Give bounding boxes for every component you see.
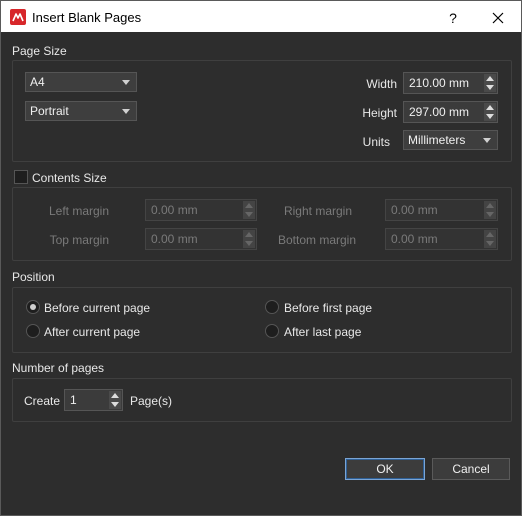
height-spinbox[interactable]: 297.00 mm — [403, 101, 498, 123]
window-title: Insert Blank Pages — [32, 10, 142, 25]
dialog-body: Page Size A4 Portrait Width 210.00 mm He… — [0, 32, 522, 516]
cancel-button[interactable]: Cancel — [432, 458, 510, 480]
width-value: 210.00 mm — [409, 76, 470, 90]
right-margin-stepper — [484, 201, 496, 219]
page-count-stepper[interactable] — [109, 391, 121, 409]
bottom-margin-label: Bottom margin — [277, 233, 356, 247]
top-margin-spinbox: 0.00 mm — [145, 228, 257, 250]
orientation-value: Portrait — [30, 104, 69, 118]
position-section-label: Position — [12, 270, 55, 284]
chevron-down-icon — [483, 138, 491, 143]
contents-size-checkbox[interactable] — [14, 170, 28, 184]
position-panel — [12, 287, 512, 353]
help-button[interactable]: ? — [441, 8, 465, 28]
arrow-down-icon — [486, 241, 494, 246]
page-count-value: 1 — [70, 393, 77, 407]
left-margin-stepper — [243, 201, 255, 219]
number-of-pages-section-label: Number of pages — [12, 361, 105, 375]
close-icon — [492, 12, 504, 24]
width-label: Width — [366, 77, 397, 91]
left-margin-spinbox: 0.00 mm — [145, 199, 257, 221]
arrow-down-icon — [486, 114, 494, 119]
after-current-radio[interactable] — [26, 324, 40, 338]
height-value: 297.00 mm — [409, 105, 470, 119]
arrow-down-icon — [486, 212, 494, 217]
arrow-down-icon — [245, 212, 253, 217]
arrow-down-icon — [111, 402, 119, 407]
units-select[interactable]: Millimeters — [403, 130, 498, 150]
ok-button[interactable]: OK — [345, 458, 425, 480]
contents-size-label: Contents Size — [32, 171, 107, 185]
app-logo-icon — [10, 9, 26, 25]
arrow-up-icon — [111, 393, 119, 398]
orientation-select[interactable]: Portrait — [25, 101, 137, 121]
right-margin-spinbox: 0.00 mm — [385, 199, 498, 221]
page-count-spinbox[interactable]: 1 — [64, 389, 123, 411]
arrow-down-icon — [245, 241, 253, 246]
after-last-radio[interactable] — [265, 324, 279, 338]
before-current-label[interactable]: Before current page — [44, 301, 150, 315]
width-stepper[interactable] — [484, 74, 496, 92]
arrow-down-icon — [486, 85, 494, 90]
arrow-up-icon — [245, 203, 253, 208]
create-label: Create — [24, 394, 61, 408]
after-last-label[interactable]: After last page — [284, 325, 361, 339]
right-margin-value: 0.00 mm — [391, 203, 438, 217]
arrow-up-icon — [245, 232, 253, 237]
arrow-up-icon — [486, 203, 494, 208]
top-margin-stepper — [243, 230, 255, 248]
width-spinbox[interactable]: 210.00 mm — [403, 72, 498, 94]
after-current-label[interactable]: After current page — [44, 325, 140, 339]
close-button[interactable] — [485, 8, 511, 28]
pages-suffix-label: Page(s) — [130, 394, 173, 408]
arrow-up-icon — [486, 76, 494, 81]
before-first-label[interactable]: Before first page — [284, 301, 372, 315]
chevron-down-icon — [122, 80, 130, 85]
bottom-margin-value: 0.00 mm — [391, 232, 438, 246]
right-margin-label: Right margin — [283, 204, 352, 218]
height-label: Height — [362, 106, 397, 120]
left-margin-value: 0.00 mm — [151, 203, 198, 217]
bottom-margin-spinbox: 0.00 mm — [385, 228, 498, 250]
top-margin-label: Top margin — [49, 233, 109, 247]
chevron-down-icon — [122, 109, 130, 114]
bottom-margin-stepper — [484, 230, 496, 248]
title-bar: Insert Blank Pages ? — [0, 0, 522, 32]
before-current-radio[interactable] — [26, 300, 40, 314]
left-margin-label: Left margin — [48, 204, 109, 218]
page-size-section-label: Page Size — [12, 44, 67, 58]
top-margin-value: 0.00 mm — [151, 232, 198, 246]
units-value: Millimeters — [408, 133, 466, 147]
before-first-radio[interactable] — [265, 300, 279, 314]
arrow-up-icon — [486, 105, 494, 110]
height-stepper[interactable] — [484, 103, 496, 121]
units-label: Units — [362, 135, 390, 149]
page-size-value: A4 — [30, 75, 45, 89]
arrow-up-icon — [486, 232, 494, 237]
page-size-select[interactable]: A4 — [25, 72, 137, 92]
